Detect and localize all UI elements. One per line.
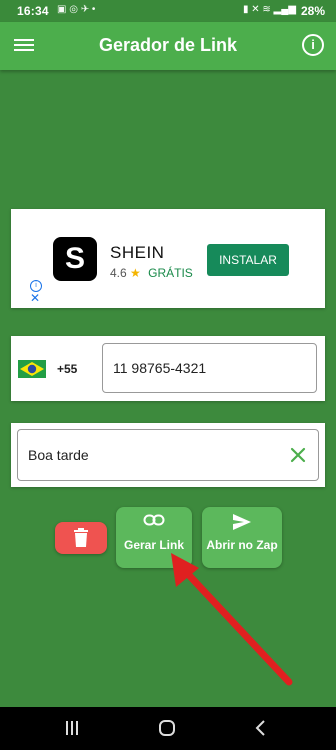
- recent-apps-icon[interactable]: [64, 720, 80, 736]
- ad-app-name: SHEIN: [110, 243, 165, 262]
- app-bar: Gerador de Link i: [0, 22, 336, 70]
- country-code[interactable]: +55: [57, 362, 77, 376]
- message-input[interactable]: Boa tarde: [17, 429, 319, 481]
- home-icon[interactable]: [158, 720, 176, 736]
- delete-button[interactable]: [55, 522, 107, 554]
- back-icon[interactable]: [254, 720, 266, 736]
- message-text[interactable]: Boa tarde: [28, 430, 89, 480]
- phone-card: +55 11 98765-4321: [11, 336, 325, 401]
- brazil-flag-icon[interactable]: [18, 360, 46, 378]
- clear-icon[interactable]: [288, 443, 308, 467]
- ad-banner[interactable]: S SHEIN 4.6 ★ GRÁTIS INSTALAR i ✕: [11, 209, 325, 308]
- open-whatsapp-label: Abrir no Zap: [206, 538, 278, 552]
- ad-price: GRÁTIS: [148, 266, 193, 280]
- phone-number-input[interactable]: 11 98765-4321: [102, 343, 317, 393]
- page-title: Gerador de Link: [98, 35, 238, 55]
- send-icon: [233, 514, 251, 530]
- star-icon: ★: [130, 266, 141, 280]
- link-icon: [143, 514, 165, 526]
- info-icon[interactable]: i: [302, 34, 324, 56]
- install-button[interactable]: INSTALAR: [207, 244, 289, 276]
- system-icons: ▮ ✕ ≋ ▂▄▆: [242, 4, 296, 15]
- ad-rating-value: 4.6: [110, 266, 127, 280]
- trash-icon: [74, 528, 88, 547]
- ad-rating: 4.6 ★ GRÁTIS: [110, 266, 193, 280]
- ad-close-icon[interactable]: ✕: [30, 292, 40, 304]
- generate-link-label: Gerar Link: [123, 538, 185, 552]
- system-nav-bar: [0, 707, 336, 750]
- status-time: 16:34: [17, 4, 49, 18]
- battery-level: 28%: [300, 4, 325, 18]
- status-bar: 16:34 ▣ ◎ ✈ • ▮ ✕ ≋ ▂▄▆ 28%: [0, 0, 336, 22]
- message-card: Boa tarde: [11, 423, 325, 487]
- notification-icons: ▣ ◎ ✈ •: [57, 4, 96, 15]
- generate-link-button[interactable]: Gerar Link: [116, 507, 192, 568]
- shein-logo: S: [53, 237, 97, 281]
- open-whatsapp-button[interactable]: Abrir no Zap: [202, 507, 282, 568]
